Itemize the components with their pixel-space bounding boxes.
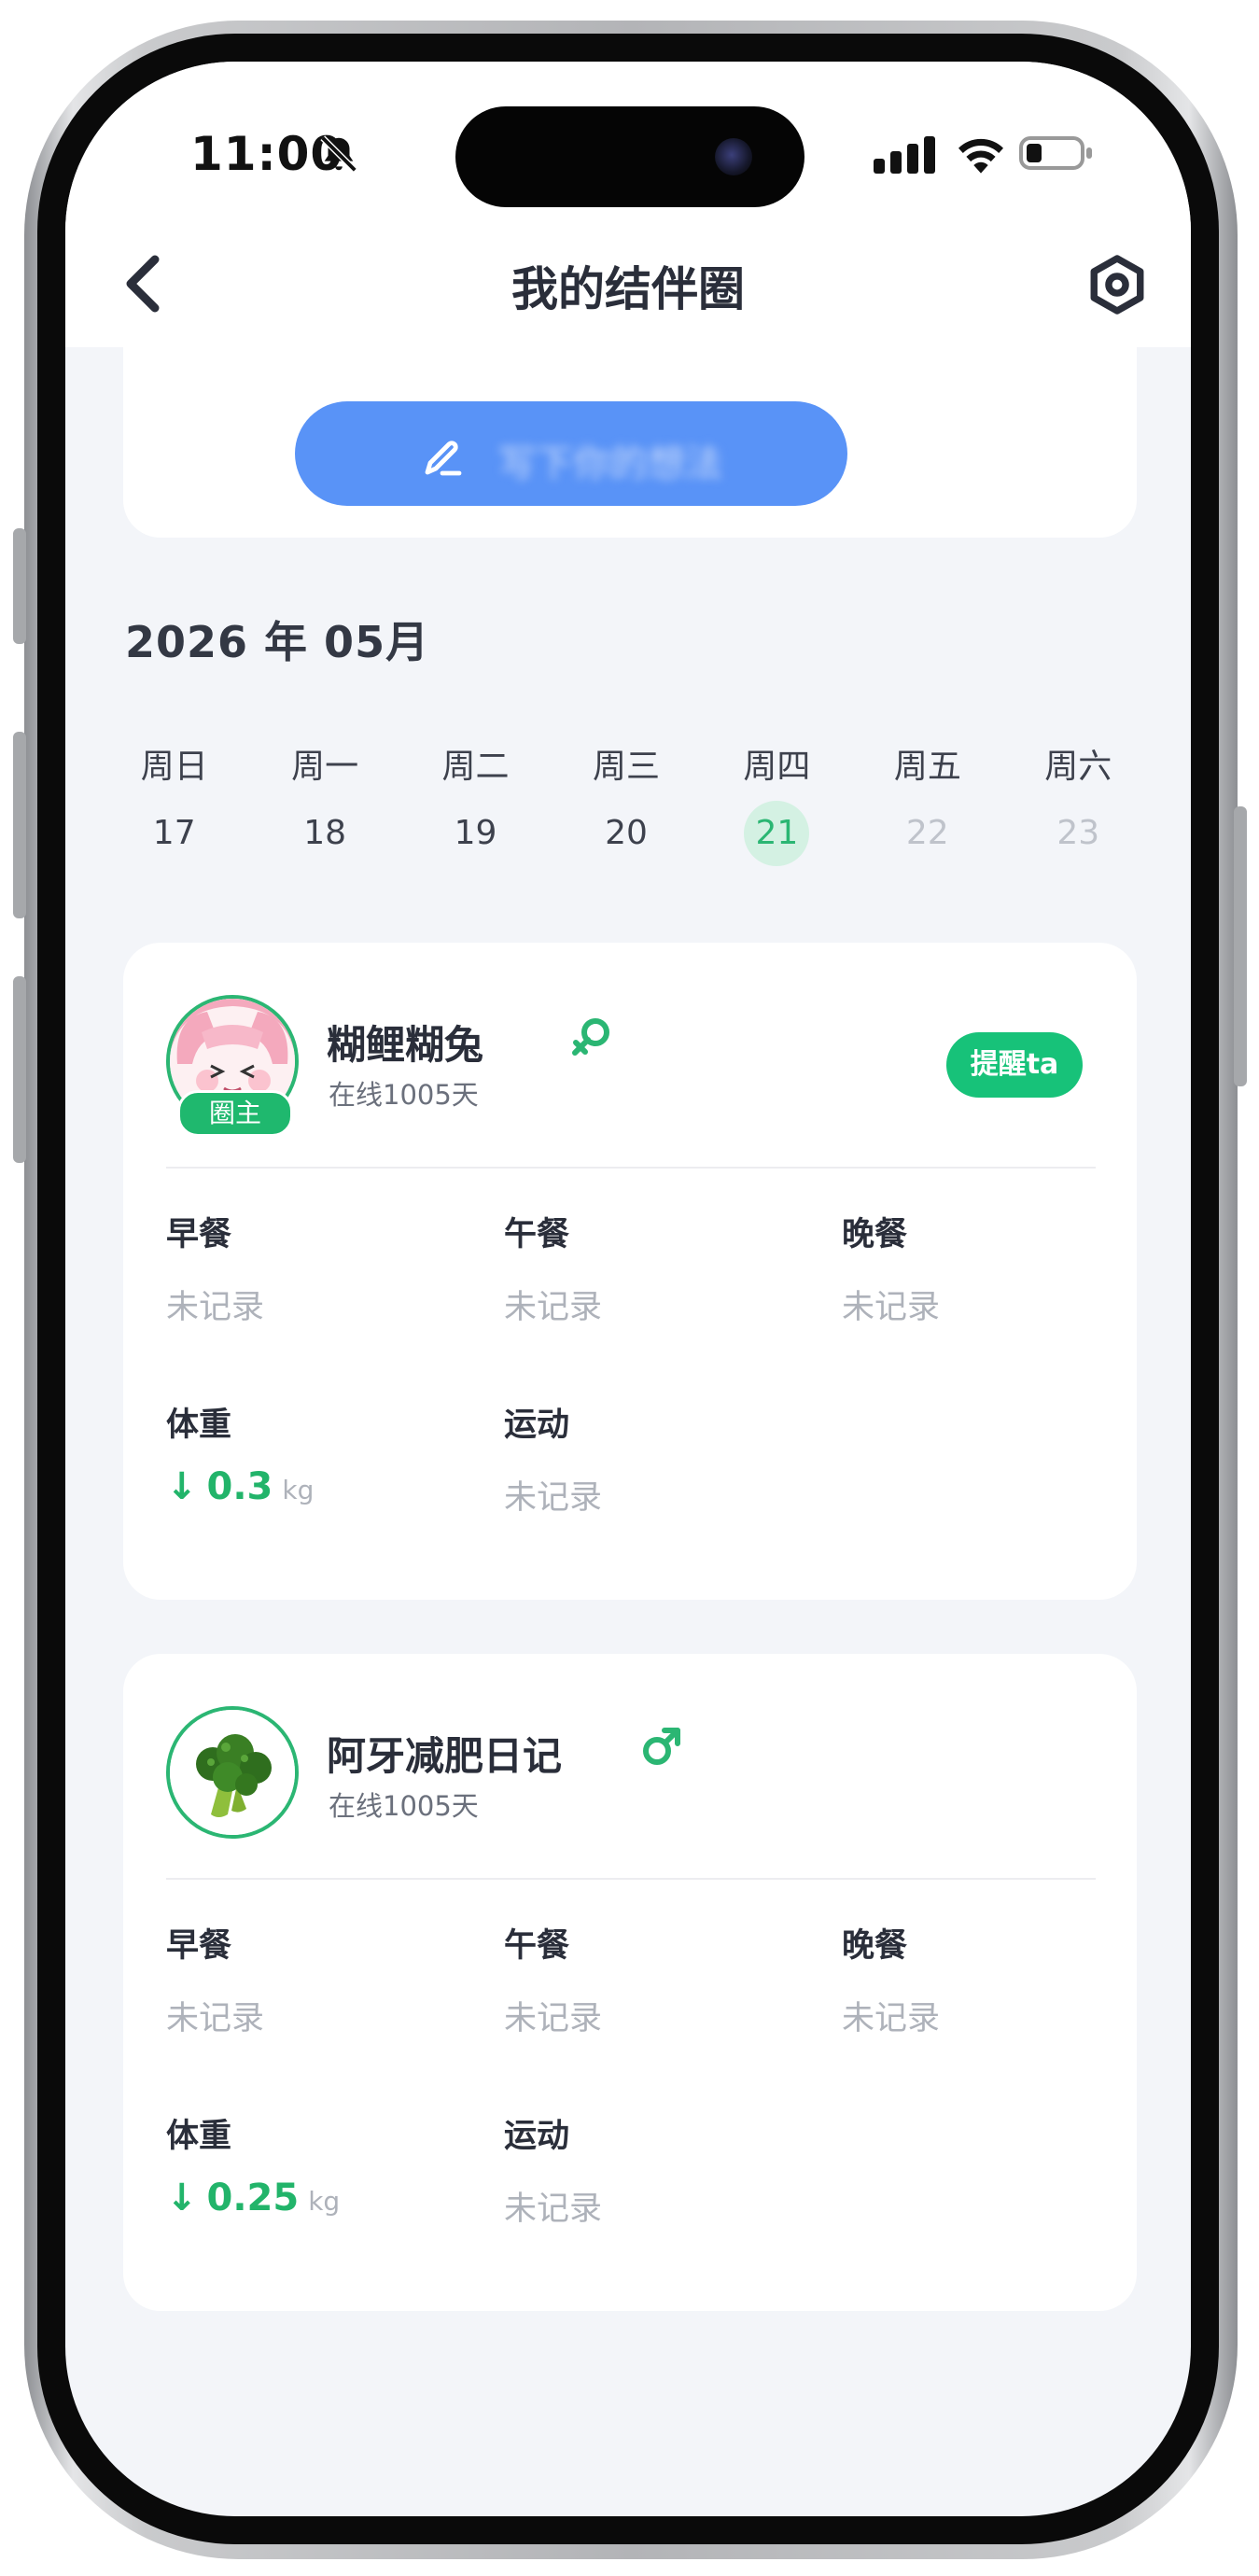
dinner-label: 晚餐	[842, 1216, 908, 1253]
write-post-label: 写下你的想法	[498, 442, 722, 485]
date-23: 23	[1003, 814, 1154, 866]
weight-unit: kg	[282, 1475, 315, 1505]
dinner-value: 未记录	[842, 1289, 941, 1326]
male-icon	[643, 1728, 680, 1765]
dinner-label: 晚餐	[842, 1927, 908, 1965]
front-camera	[715, 138, 752, 175]
exercise-value: 未记录	[504, 1479, 603, 1517]
date-label: 18	[303, 814, 347, 852]
bell-muted-icon	[320, 135, 357, 173]
dinner-value: 未记录	[842, 2000, 941, 2037]
weekday-thu: 周四	[743, 748, 811, 786]
date-label: 20	[605, 814, 648, 852]
lunch-value: 未记录	[504, 1289, 603, 1326]
broccoli-avatar-image	[170, 1710, 295, 1835]
weight-change: ↓ 0.25 kg	[166, 2177, 340, 2219]
weight-unit: kg	[308, 2186, 341, 2217]
date-label: 22	[905, 814, 949, 852]
weight-label: 体重	[166, 1407, 232, 1444]
breakfast-label: 早餐	[166, 1216, 232, 1253]
date-22: 22	[852, 814, 1002, 866]
weekday-sun: 周日	[140, 748, 208, 786]
member-card: 圈主 糊鲤糊兔 在线1005天 提醒ta 早餐 未记录 午餐 未记录 晚餐 未记…	[123, 943, 1137, 1600]
date-17[interactable]: 17	[99, 814, 249, 866]
date-label: 17	[152, 814, 196, 852]
female-icon	[572, 1018, 609, 1056]
breakfast-value: 未记录	[166, 1289, 265, 1326]
online-days: 在线1005天	[329, 1079, 479, 1111]
owner-badge: 圈主	[177, 1090, 293, 1137]
weight-label: 体重	[166, 2118, 232, 2155]
exercise-label: 运动	[504, 1407, 570, 1444]
top-bar: 11:00 我的结伴圈	[65, 62, 1191, 347]
remind-button[interactable]: 提醒ta	[946, 1032, 1083, 1098]
breakfast-label: 早餐	[166, 1927, 232, 1965]
weight-change: ↓ 0.3 kg	[166, 1465, 314, 1508]
date-20[interactable]: 20	[551, 814, 701, 866]
lunch-value: 未记录	[504, 2000, 603, 2037]
date-18[interactable]: 18	[249, 814, 399, 866]
date-label: 23	[1056, 814, 1100, 852]
weekday-tue: 周二	[441, 748, 510, 786]
avatar[interactable]	[166, 1706, 299, 1839]
lunch-label: 午餐	[504, 1927, 570, 1965]
settings-icon[interactable]	[1086, 254, 1148, 315]
weight-value: 0.25	[206, 2177, 300, 2219]
date-label: 19	[454, 814, 497, 852]
volume-down-button	[13, 976, 26, 1163]
weight-value: 0.3	[206, 1465, 273, 1508]
battery-icon	[1019, 136, 1092, 170]
exercise-label: 运动	[504, 2118, 570, 2155]
action-button	[13, 528, 26, 644]
date-19[interactable]: 19	[400, 814, 551, 866]
wifi-icon	[958, 138, 1003, 174]
date-row: 17 18 19 20 21 22 23	[99, 801, 1154, 866]
date-21-selected[interactable]: 21	[702, 801, 852, 866]
member-card: 阿牙减肥日记 在线1005天 早餐 未记录 午餐 未记录 晚餐 未记录 体重 ↓…	[123, 1654, 1137, 2311]
online-days: 在线1005天	[329, 1790, 479, 1822]
cellular-signal-icon	[874, 136, 935, 174]
calendar-month: 2026 年 05月	[125, 617, 430, 667]
member-name: 阿牙减肥日记	[327, 1733, 563, 1779]
dynamic-island	[455, 106, 804, 207]
exercise-value: 未记录	[504, 2191, 603, 2228]
power-button	[1234, 806, 1247, 1086]
breakfast-value: 未记录	[166, 2000, 265, 2037]
volume-up-button	[13, 732, 26, 918]
divider	[166, 1167, 1096, 1169]
divider	[166, 1878, 1096, 1880]
weekday-sat: 周六	[1044, 748, 1112, 786]
pen-icon	[425, 441, 462, 476]
selected-date-label: 21	[744, 801, 810, 866]
weekday-mon: 周一	[291, 748, 359, 786]
down-arrow-icon: ↓	[166, 2177, 198, 2219]
weekday-fri: 周五	[893, 748, 961, 786]
app-screen: 11:00 我的结伴圈 写下你的想法 2026 年 05月 周日 周一 周二 周…	[65, 62, 1191, 2516]
weekday-wed: 周三	[592, 748, 660, 786]
down-arrow-icon: ↓	[166, 1465, 198, 1508]
weekday-row: 周日 周一 周二 周三 周四 周五 周六	[99, 739, 1154, 788]
page-title: 我的结伴圈	[511, 262, 745, 316]
lunch-label: 午餐	[504, 1216, 570, 1253]
write-post-button[interactable]: 写下你的想法	[295, 401, 847, 506]
member-name: 糊鲤糊兔	[327, 1022, 484, 1068]
